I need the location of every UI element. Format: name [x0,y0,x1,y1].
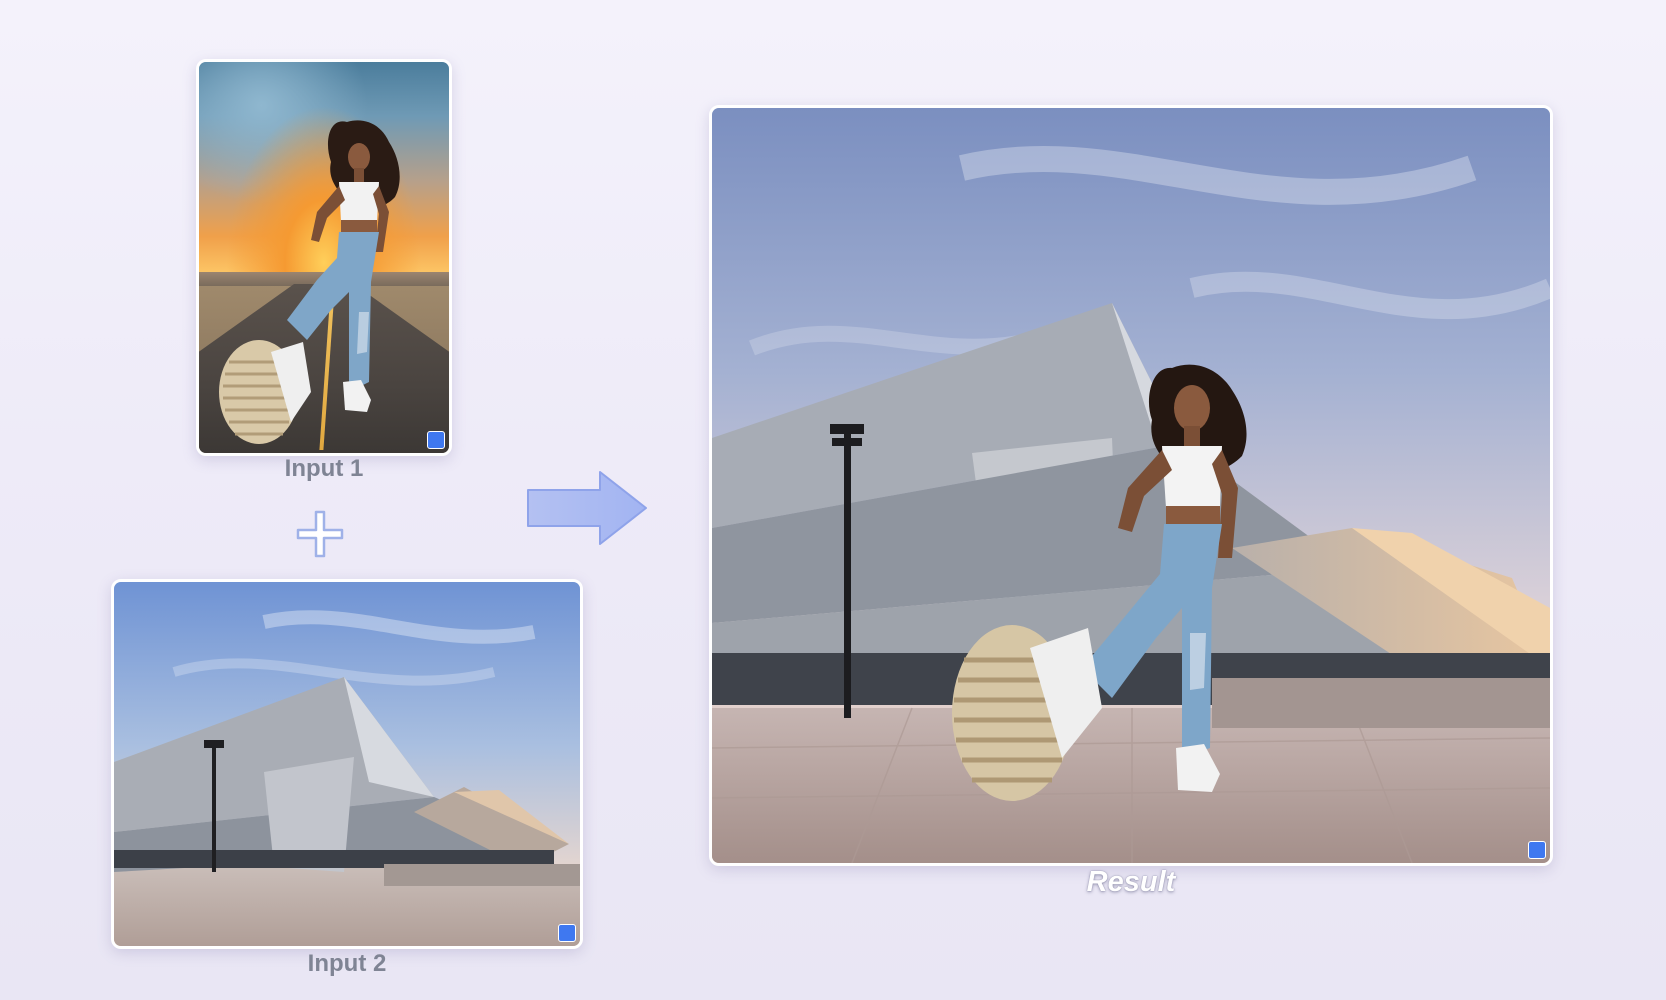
arrow-right-icon [527,471,647,545]
generated-badge-icon [558,924,576,942]
generated-badge-icon [427,431,445,449]
input-2-caption: Input 2 [307,950,387,977]
person-figure [219,120,400,444]
input-2-image-card[interactable] [111,579,583,949]
generated-badge-icon [1528,841,1546,859]
result-image-card[interactable] [709,105,1553,866]
building-scene [114,582,580,946]
plus-icon [296,510,344,558]
result-scene [712,108,1550,863]
input-1-image-card[interactable] [196,59,452,456]
input-1-caption: Input 1 [284,455,364,482]
result-caption: Result [1086,866,1176,898]
